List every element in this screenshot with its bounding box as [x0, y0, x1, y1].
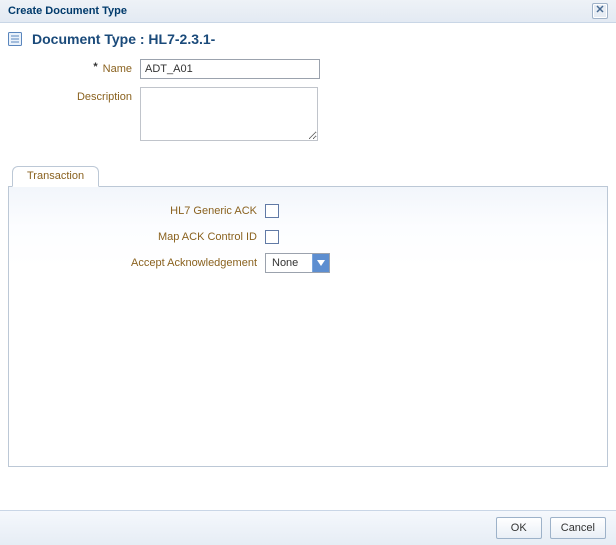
- titlebar: Create Document Type: [0, 0, 616, 23]
- transaction-panel: HL7 Generic ACK Map ACK Control ID Accep…: [8, 187, 608, 467]
- name-label: Name: [103, 63, 132, 75]
- accept-acknowledgement-label: Accept Acknowledgement: [21, 253, 265, 273]
- tab-transaction[interactable]: Transaction: [12, 166, 99, 187]
- chevron-down-icon: [312, 254, 329, 272]
- name-label-wrap: * Name: [8, 59, 140, 79]
- map-ack-control-id-label: Map ACK Control ID: [21, 227, 265, 247]
- page-title: Document Type : HL7-2.3.1-: [32, 31, 215, 47]
- tab-area: Transaction HL7 Generic ACK Map ACK Cont…: [8, 165, 608, 467]
- cancel-button[interactable]: Cancel: [550, 517, 606, 539]
- tab-strip: Transaction: [8, 165, 608, 187]
- row-map-ack-control-id: Map ACK Control ID: [21, 227, 595, 247]
- ok-button[interactable]: OK: [496, 517, 542, 539]
- description-field[interactable]: [140, 87, 318, 141]
- name-field[interactable]: [140, 59, 320, 79]
- map-ack-control-id-checkbox[interactable]: [265, 230, 279, 244]
- row-accept-acknowledgement: Accept Acknowledgement None: [21, 253, 595, 273]
- accept-acknowledgement-select[interactable]: None: [265, 253, 330, 273]
- required-mark: *: [93, 61, 97, 73]
- window-title: Create Document Type: [8, 5, 127, 17]
- row-hl7-generic-ack: HL7 Generic ACK: [21, 201, 595, 221]
- create-document-type-dialog: Create Document Type Document Type : HL7…: [0, 0, 616, 545]
- dialog-body: Document Type : HL7-2.3.1- * Name Descri…: [0, 23, 616, 510]
- close-icon[interactable]: [592, 3, 608, 19]
- form-row-name: * Name: [8, 59, 608, 79]
- form-area: * Name Description: [8, 55, 608, 165]
- page-title-row: Document Type : HL7-2.3.1-: [8, 29, 608, 55]
- hl7-generic-ack-label: HL7 Generic ACK: [21, 201, 265, 221]
- hl7-generic-ack-checkbox[interactable]: [265, 204, 279, 218]
- description-label: Description: [8, 87, 140, 107]
- dialog-footer: OK Cancel: [0, 510, 616, 545]
- document-type-icon: [8, 31, 26, 47]
- accept-acknowledgement-value: None: [266, 254, 312, 272]
- form-row-description: Description: [8, 87, 608, 141]
